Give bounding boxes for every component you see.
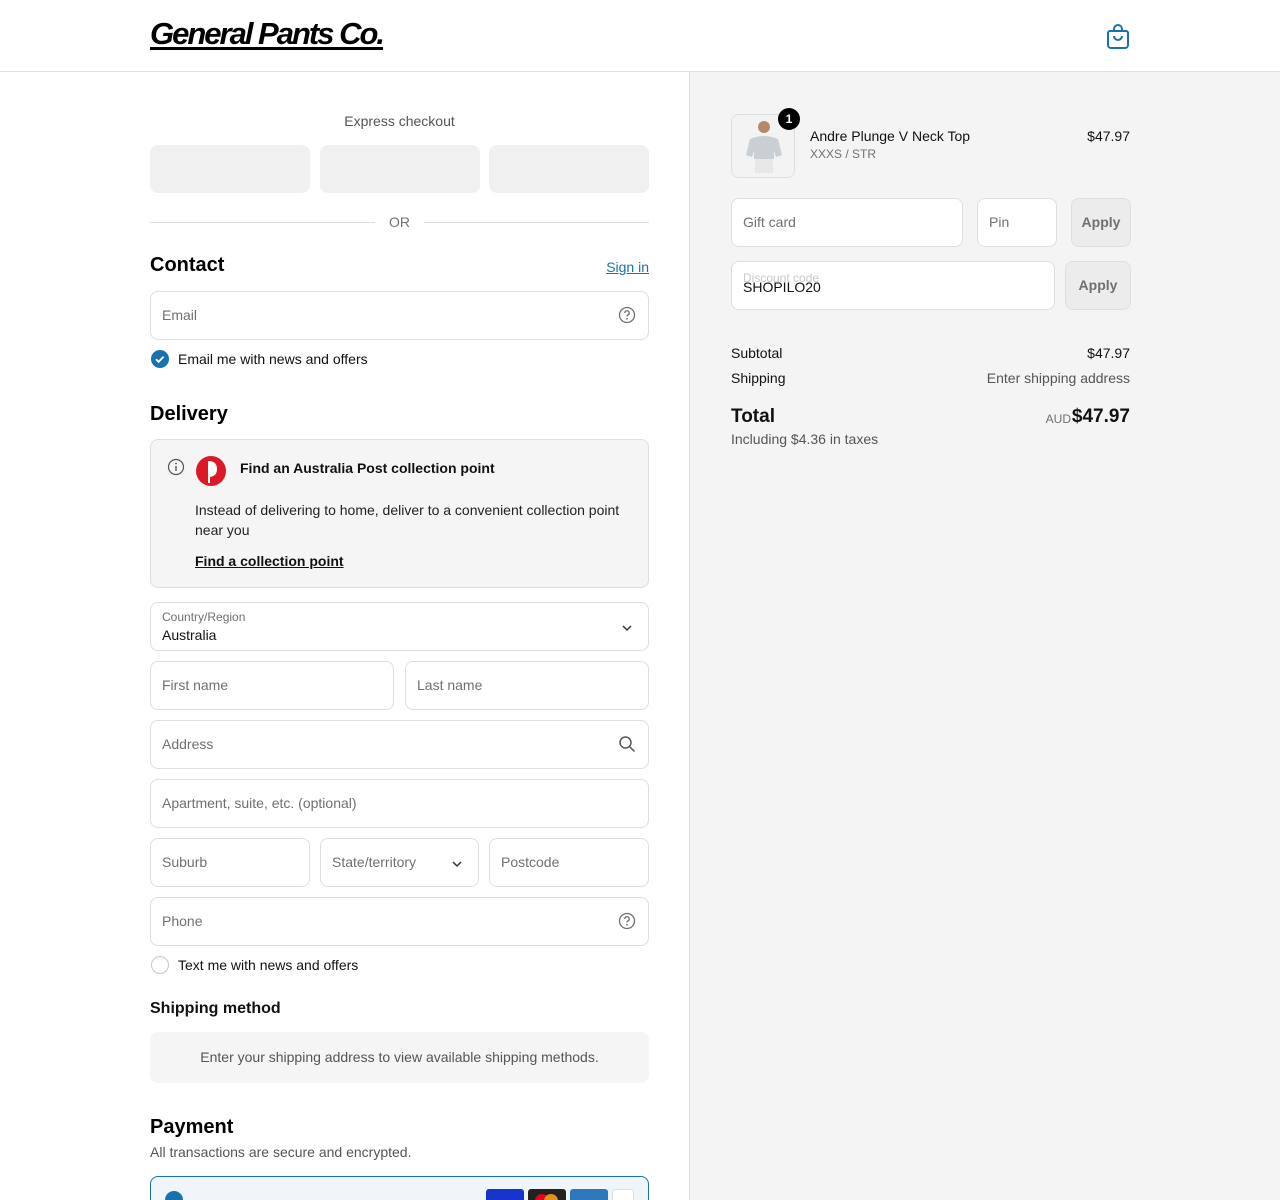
sms-news-label: Text me with news and offers	[178, 957, 359, 973]
collection-point-title: Find an Australia Post collection point	[240, 460, 495, 476]
shipping-value: Enter shipping address	[986, 370, 1130, 386]
country-label: Country/Region	[162, 610, 246, 624]
country-value: Australia	[162, 627, 217, 643]
info-icon	[167, 458, 185, 476]
gift-card-placeholder: Gift card	[743, 214, 796, 230]
country-select[interactable]: Country/Region Australia	[150, 602, 649, 651]
shipping-label: Shipping	[731, 370, 786, 386]
collection-point-card: Find an Australia Post collection point …	[150, 439, 649, 588]
email-news-label: Email me with news and offers	[178, 351, 368, 367]
postcode-placeholder: Postcode	[501, 854, 560, 870]
collection-point-description: Instead of delivering to home, deliver t…	[195, 502, 620, 538]
express-pay-button-2[interactable]	[320, 145, 480, 193]
sms-news-checkbox[interactable]	[151, 956, 169, 974]
help-icon[interactable]	[618, 306, 636, 324]
first-name-field[interactable]: First name	[150, 661, 394, 710]
payment-subtitle: All transactions are secure and encrypte…	[150, 1144, 412, 1160]
discount-apply-button[interactable]: Apply	[1065, 261, 1131, 310]
postcode-field[interactable]: Postcode	[489, 838, 649, 887]
mastercard-icon	[528, 1189, 566, 1200]
divider-line-right	[424, 222, 649, 223]
express-pay-button-1[interactable]	[150, 145, 310, 193]
find-collection-point-link[interactable]: Find a collection point	[195, 553, 344, 569]
shipping-method-heading: Shipping method	[150, 1000, 281, 1017]
gift-card-input[interactable]: Gift card	[731, 198, 963, 247]
discount-code-value: SHOPILO20	[743, 279, 821, 295]
delivery-heading: Delivery	[150, 403, 228, 425]
help-icon[interactable]	[618, 912, 636, 930]
address-field[interactable]: Address	[150, 720, 649, 769]
chevron-down-icon	[622, 625, 632, 632]
gift-card-apply-button[interactable]: Apply	[1071, 198, 1131, 247]
more-cards-icon	[612, 1189, 634, 1200]
suburb-placeholder: Suburb	[162, 854, 208, 870]
tax-note: Including $4.36 in taxes	[731, 431, 879, 447]
first-name-placeholder: First name	[162, 677, 229, 693]
amex-icon	[570, 1189, 608, 1200]
sign-in-link[interactable]: Sign in	[606, 259, 649, 275]
divider-line-left	[150, 222, 375, 223]
pin-input[interactable]: Pin	[977, 198, 1057, 247]
or-divider: OR	[150, 214, 649, 230]
shipping-method-message: Enter your shipping address to view avai…	[150, 1032, 649, 1083]
payment-heading: Payment	[150, 1116, 234, 1138]
subtotal-label: Subtotal	[731, 345, 783, 361]
email-news-checkbox[interactable]	[151, 350, 169, 368]
apartment-placeholder: Apartment, suite, etc. (optional)	[162, 795, 357, 811]
checkmark-icon	[155, 355, 165, 364]
currency-code: AUD	[1045, 412, 1071, 426]
email-field[interactable]: Email	[150, 291, 649, 340]
search-icon	[619, 736, 636, 753]
total-label: Total	[731, 406, 775, 427]
total-value: $47.97	[1071, 406, 1130, 427]
quantity-badge: 1	[778, 108, 800, 130]
state-select[interactable]: State/territory	[320, 838, 479, 887]
credit-card-option[interactable]	[150, 1176, 649, 1200]
suburb-field[interactable]: Suburb	[150, 838, 310, 887]
or-text: OR	[389, 214, 410, 230]
header: General Pants Co.	[0, 0, 1280, 72]
state-placeholder: State/territory	[332, 854, 417, 870]
address-placeholder: Address	[162, 736, 214, 752]
chevron-down-icon	[452, 861, 462, 868]
order-summary: 1 Andre Plunge V Neck Top XXXS / STR $47…	[689, 72, 1280, 1200]
contact-heading: Contact	[150, 254, 225, 276]
pin-placeholder: Pin	[989, 214, 1010, 230]
product-name: Andre Plunge V Neck Top	[810, 128, 971, 144]
express-checkout-title: Express checkout	[344, 113, 455, 129]
express-pay-button-3[interactable]	[489, 145, 649, 193]
last-name-placeholder: Last name	[417, 677, 483, 693]
subtotal-value: $47.97	[1087, 345, 1130, 361]
phone-placeholder: Phone	[162, 913, 203, 929]
product-price: $47.97	[1087, 128, 1130, 144]
last-name-field[interactable]: Last name	[405, 661, 649, 710]
australia-post-logo-icon	[196, 456, 226, 486]
product-variant: XXXS / STR	[810, 147, 877, 161]
discount-code-input[interactable]: Discount code SHOPILO20	[731, 261, 1055, 310]
brand-logo[interactable]: General Pants Co.	[150, 14, 385, 54]
shopping-bag-icon[interactable]	[1105, 22, 1131, 50]
apartment-field[interactable]: Apartment, suite, etc. (optional)	[150, 779, 649, 828]
phone-field[interactable]: Phone	[150, 897, 649, 946]
payment-radio[interactable]	[165, 1191, 183, 1200]
visa-icon	[486, 1189, 524, 1200]
email-placeholder: Email	[162, 307, 198, 323]
